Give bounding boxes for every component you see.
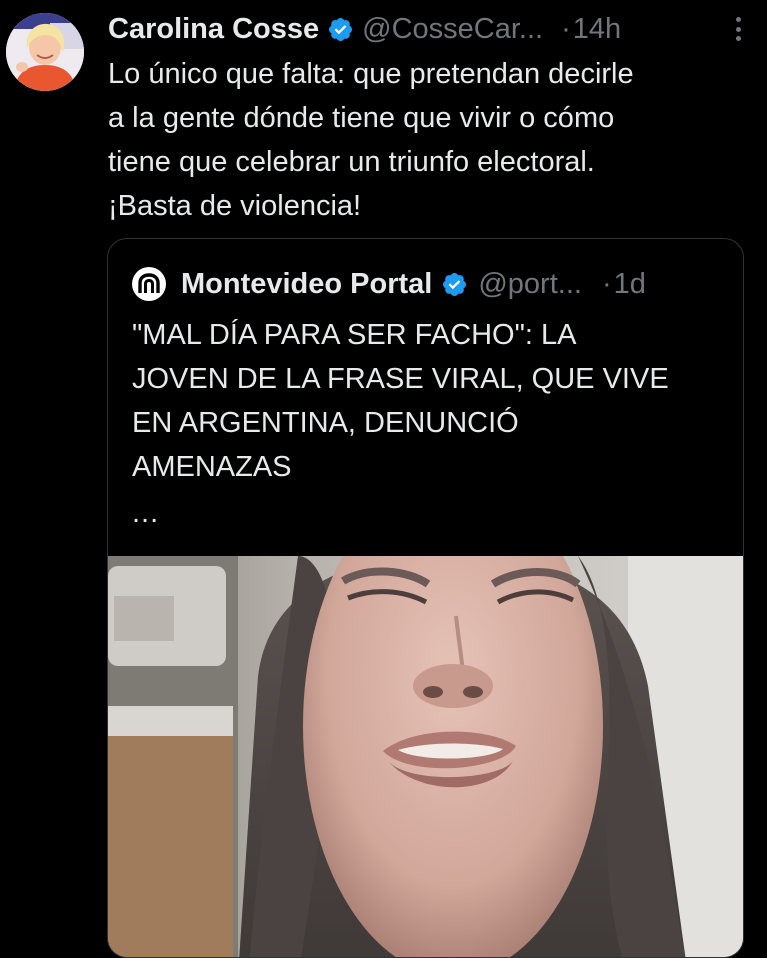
montevideo-portal-logo-icon [132, 267, 166, 301]
quoted-handle[interactable]: @port... [478, 268, 582, 301]
verified-badge-icon [329, 17, 353, 41]
quoted-tweet[interactable]: Montevideo Portal @port... · 1d "MAL DÍA… [107, 238, 744, 958]
quoted-tweet-header: Montevideo Portal @port... · 1d [132, 265, 719, 303]
quoted-display-name[interactable]: Montevideo Portal [181, 268, 432, 301]
display-name[interactable]: Carolina Cosse [108, 13, 319, 46]
more-options-icon[interactable] [733, 15, 743, 43]
quoted-tweet-media[interactable] [108, 556, 743, 957]
separator-dot: · [601, 267, 612, 300]
tweet[interactable]: Carolina Cosse @CosseCar... · 14h Lo úni… [0, 0, 767, 958]
quoted-tweet-ellipsis: ... [132, 497, 160, 529]
quoted-timestamp[interactable]: 1d [614, 268, 646, 301]
quoted-tweet-text: "MAL DÍA PARA SER FACHO": LA JOVEN DE LA… [132, 319, 669, 483]
verified-badge-icon [443, 272, 467, 296]
separator-dot: · [561, 12, 571, 45]
timestamp[interactable]: 14h [573, 13, 621, 46]
tweet-header: Carolina Cosse @CosseCar... · 14h [108, 9, 757, 49]
avatar[interactable] [6, 13, 84, 91]
tweet-text: Lo único que falta: que pretendan decirl… [108, 58, 634, 222]
handle[interactable]: @CosseCar... [362, 13, 543, 46]
